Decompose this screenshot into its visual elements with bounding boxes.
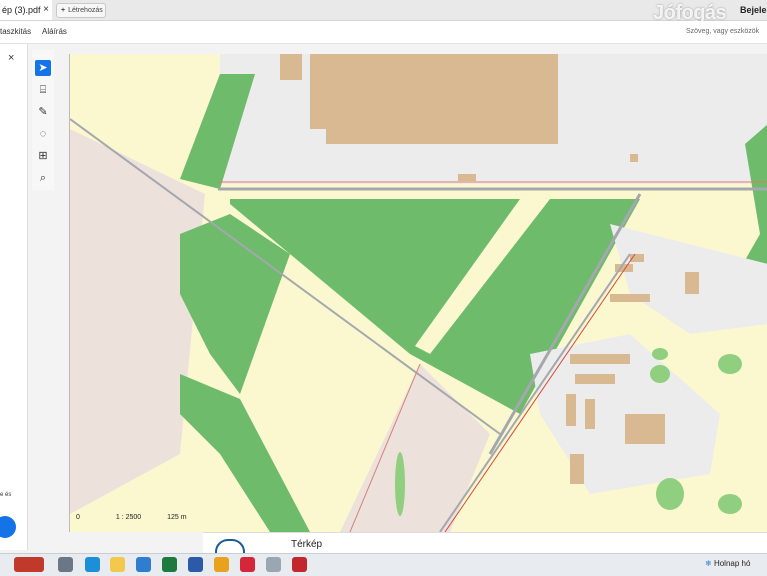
menu-item-sign[interactable]: Aláírás	[42, 27, 67, 36]
green-patch	[656, 478, 684, 510]
small-building	[280, 54, 302, 80]
scale-distance: 125 m	[167, 514, 187, 521]
weather-text: Holnap hó	[713, 559, 751, 568]
snow-icon: ❄	[705, 559, 712, 568]
browser-tabbar: ép (3).pdf × + Létrehozás Jófogás Bejele	[0, 0, 767, 24]
sign-in-label[interactable]: Bejele	[740, 5, 767, 15]
panel-snippet-text: e és	[0, 492, 12, 498]
new-tab-button[interactable]: + Létrehozás	[56, 3, 106, 18]
building	[566, 394, 576, 426]
plus-icon: +	[61, 7, 66, 14]
small-building	[630, 154, 638, 162]
zoom-tool-icon[interactable]: ⌕	[35, 170, 51, 186]
select-tool-icon[interactable]: ➤	[35, 60, 51, 76]
start-icon[interactable]	[14, 557, 44, 572]
building	[575, 374, 615, 384]
close-panel-icon[interactable]: ×	[8, 52, 14, 64]
excel-icon[interactable]	[162, 557, 177, 572]
menu-item-organize[interactable]: taszkitás	[0, 27, 31, 36]
building	[585, 399, 595, 429]
acrobat-icon[interactable]	[292, 557, 307, 572]
app-icon[interactable]	[266, 557, 281, 572]
large-building	[310, 54, 558, 144]
green-patch	[718, 354, 742, 374]
building	[625, 414, 665, 444]
text-select-tool-icon[interactable]: ⊞	[35, 148, 51, 164]
green-patch	[652, 348, 668, 360]
tab-title: ép (3).pdf	[2, 5, 41, 15]
building	[570, 454, 584, 484]
lasso-tool-icon[interactable]: ◌	[35, 126, 51, 142]
edge-icon[interactable]	[85, 557, 100, 572]
green-patch	[718, 494, 742, 514]
panel-action-button[interactable]	[0, 516, 16, 538]
browser-tab[interactable]: ép (3).pdf ×	[0, 0, 52, 20]
building	[610, 294, 650, 302]
building	[685, 272, 699, 294]
small-building	[458, 174, 476, 181]
word-icon[interactable]	[188, 557, 203, 572]
map-canvas[interactable]	[69, 54, 767, 532]
pen-tool-icon[interactable]: ✎	[35, 104, 51, 120]
windows-taskbar: ❄ Holnap hó	[0, 553, 767, 576]
scale-ratio: 1 : 2500	[115, 514, 142, 521]
map-scale: 0 1 : 2500 125 m	[76, 514, 187, 521]
mail-icon[interactable]	[136, 557, 151, 572]
menu-bar: taszkitás Aláírás Szöveg, vagy eszközök	[0, 21, 767, 44]
building	[570, 354, 630, 364]
opera-icon[interactable]	[240, 557, 255, 572]
comment-tool-icon[interactable]: ⌸	[35, 82, 51, 98]
map-footer-card: Térkép	[203, 532, 767, 569]
file-explorer-icon[interactable]	[110, 557, 125, 572]
scale-zero: 0	[76, 514, 80, 521]
map-title: Térkép	[291, 539, 323, 550]
taskview-icon[interactable]	[58, 557, 73, 572]
green-patch	[650, 365, 670, 383]
chrome-icon[interactable]	[214, 557, 229, 572]
cadastral-map	[70, 54, 767, 532]
green-patch	[395, 452, 405, 516]
close-tab-icon[interactable]: ×	[43, 0, 49, 20]
left-panel: × e és	[0, 44, 28, 550]
annotation-toolbar: ➤ ⌸ ✎ ◌ ⊞ ⌕	[32, 50, 54, 190]
new-tab-label: Létrehozás	[68, 7, 103, 14]
weather-widget[interactable]: ❄ Holnap hó	[705, 559, 750, 568]
tool-search-field[interactable]: Szöveg, vagy eszközök	[686, 25, 766, 38]
